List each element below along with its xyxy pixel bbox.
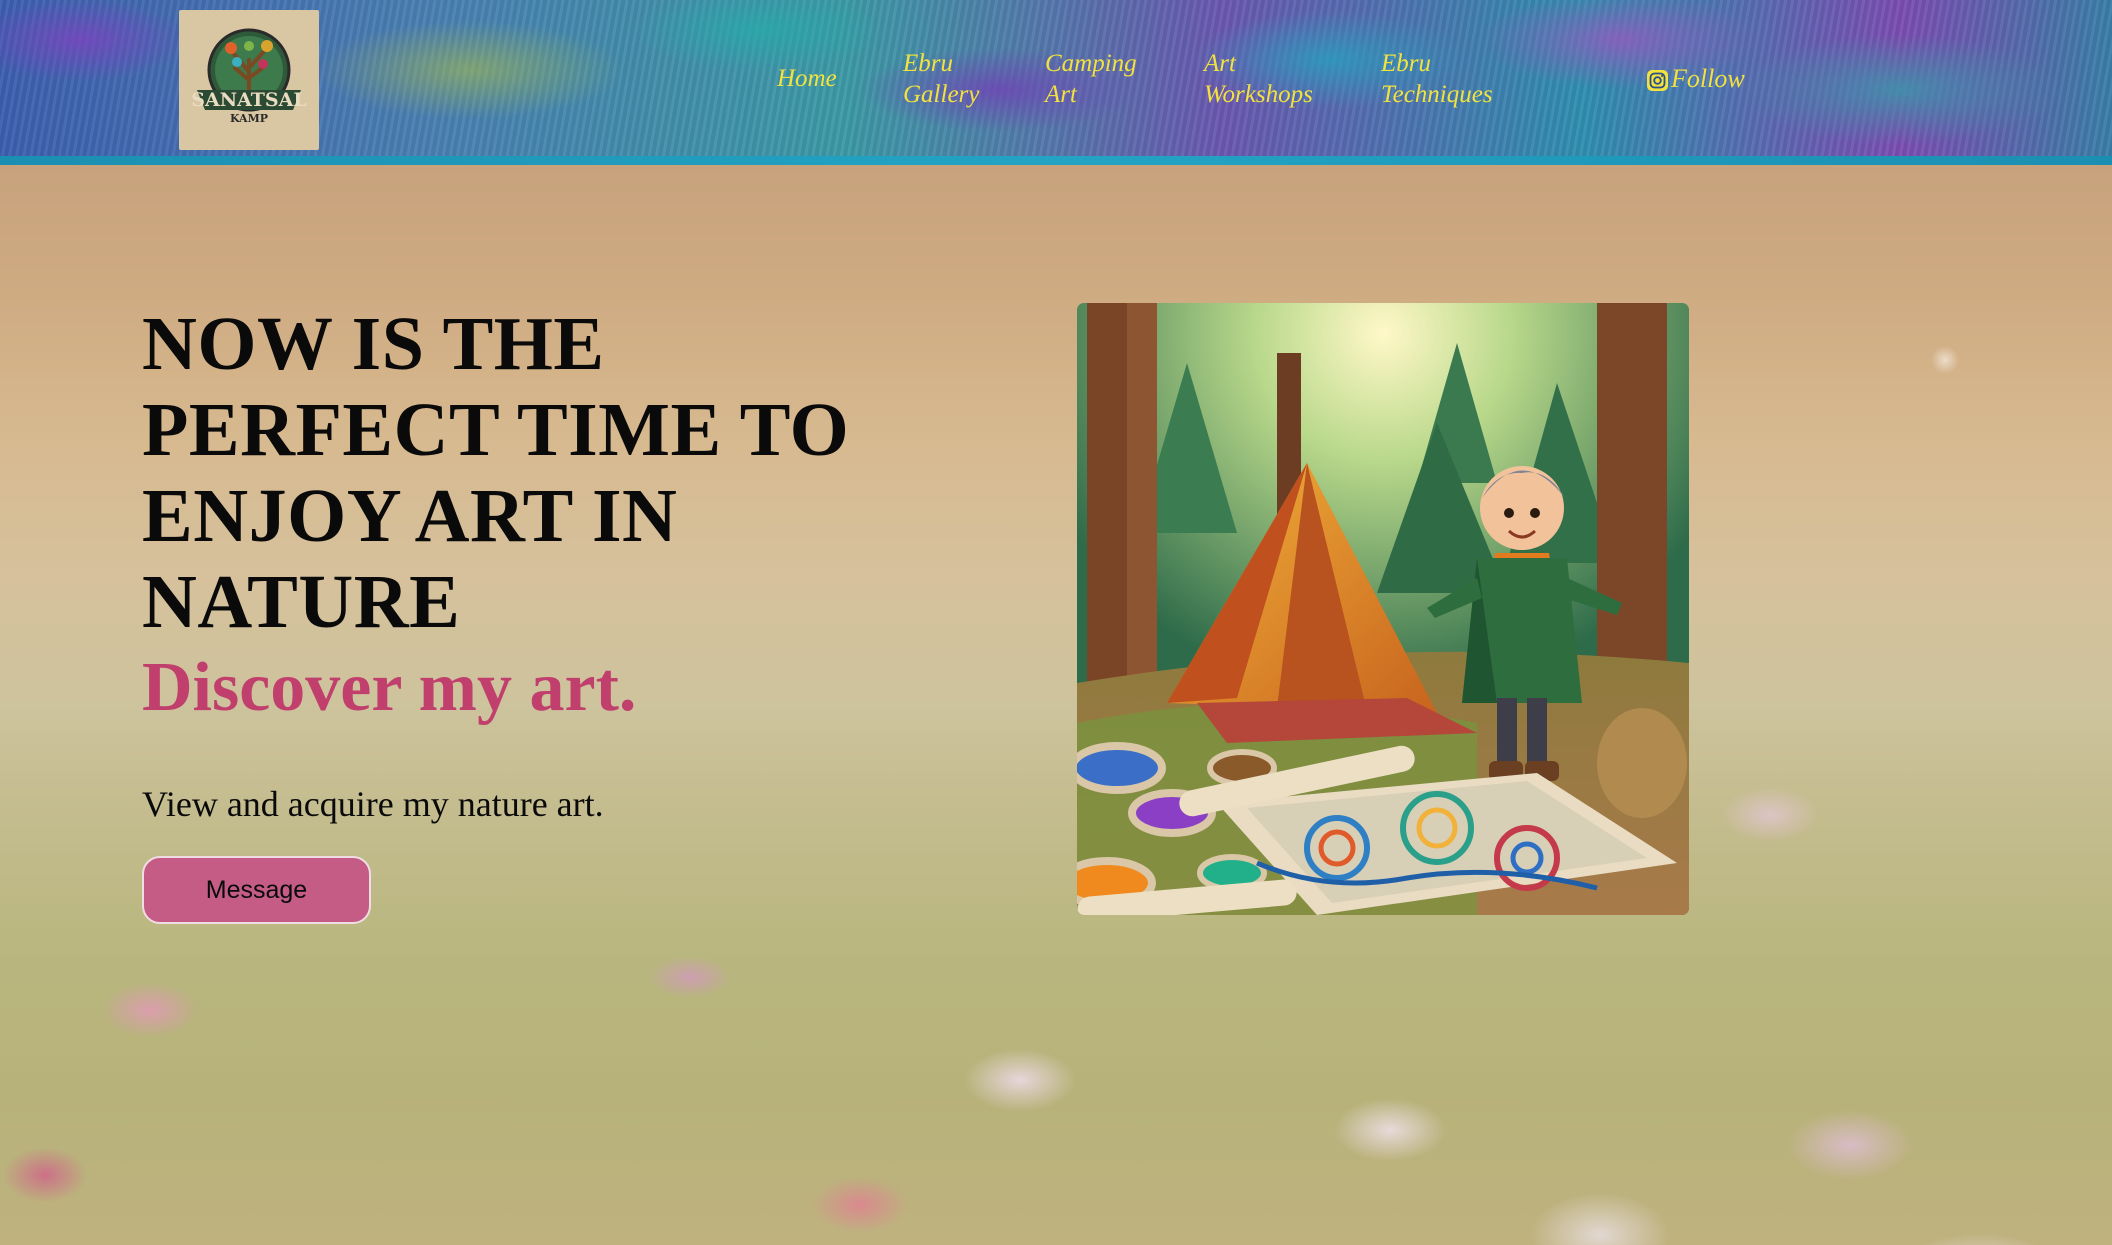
nav-home[interactable]: Home: [777, 63, 837, 94]
nav-camping-art[interactable]: Camping Art: [1045, 48, 1137, 110]
nav-camping-art-line-2: Art: [1045, 81, 1077, 108]
nav-ebru-techniques-line-2: Techniques: [1381, 81, 1493, 108]
nav-ebru-gallery-line-2: Gallery: [903, 81, 980, 108]
message-button[interactable]: Message: [142, 856, 371, 924]
nav-ebru-gallery-line-1: Ebru: [903, 50, 953, 77]
svg-text:KAMP: KAMP: [230, 112, 268, 125]
headline-line-2: PERFECT TIME TO: [142, 388, 850, 472]
headline-line-3: ENJOY ART IN: [142, 474, 678, 558]
nav-camping-art-line-1: Camping: [1045, 50, 1137, 77]
nav-art-workshops[interactable]: Art Workshops: [1204, 48, 1313, 110]
header-border: [0, 156, 2112, 165]
site-logo[interactable]: SANATSAL KAMP: [179, 10, 319, 150]
camping-artist-illustration: [1077, 303, 1689, 915]
follow-label: Follow: [1671, 63, 1745, 93]
headline-line-1: NOW IS THE: [142, 302, 605, 386]
svg-text:SANATSAL: SANATSAL: [191, 89, 307, 111]
nav-art-workshops-line-2: Workshops: [1204, 81, 1313, 108]
nav-ebru-techniques[interactable]: Ebru Techniques: [1381, 48, 1493, 110]
nav-ebru-techniques-line-1: Ebru: [1381, 50, 1431, 77]
hero-headline: NOW IS THE PERFECT TIME TO ENJOY ART IN …: [142, 301, 902, 645]
hero-subheadline: Discover my art.: [142, 649, 637, 726]
tree-palette-emblem-icon: SANATSAL KAMP: [191, 28, 307, 125]
nav-home-label: Home: [777, 65, 837, 92]
nav-ebru-gallery[interactable]: Ebru Gallery: [903, 48, 979, 110]
follow-link[interactable]: Follow: [1647, 63, 1745, 94]
nav-art-workshops-line-1: Art: [1204, 50, 1236, 77]
headline-line-4: NATURE: [142, 560, 461, 644]
hero-tagline: View and acquire my nature art.: [142, 784, 604, 824]
instagram-icon: [1647, 68, 1668, 91]
